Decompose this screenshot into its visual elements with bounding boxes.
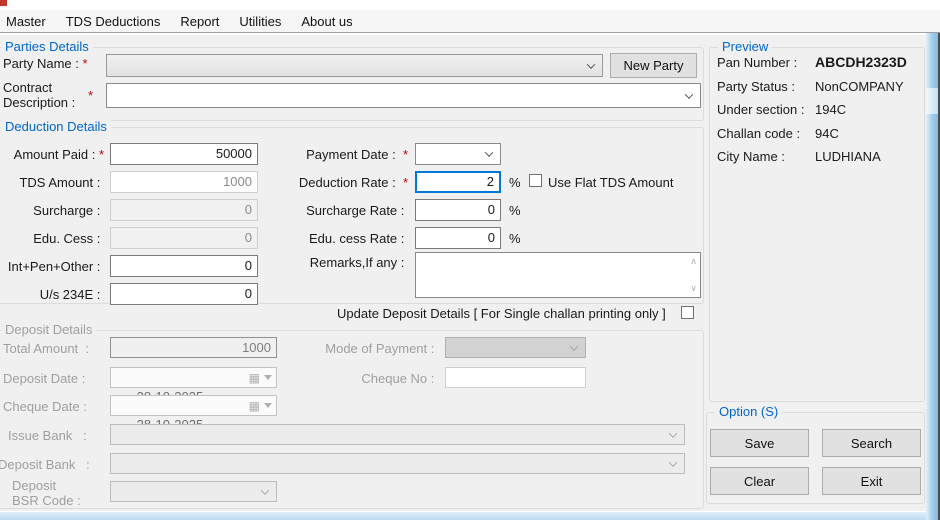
issue-bank-select: HDFC BANK LTD KANDIVLI MUMBAI [110,424,685,445]
search-button[interactable]: Search [822,429,921,457]
menu-about-us[interactable]: About us [291,10,362,33]
surcharge-rate-percent: % [509,203,521,218]
under-section-label: Under section : [717,102,808,117]
deposit-bank-select: HDFC BANK [110,453,685,474]
deposit-bsr-code-select: 0510002 [110,481,277,502]
options-title: Option (S) [715,404,782,419]
challan-code-value: 94C [815,126,839,141]
deduction-details-title: Deduction Details [1,119,111,134]
city-name-value: LUDHIANA [815,149,881,164]
deposit-bank-label: Deposit Bank : [0,457,90,472]
total-amount-label: Total Amount : [3,341,89,356]
party-name-select[interactable]: ABCD [106,54,603,77]
deduction-rate-percent: % [509,175,521,190]
edu-cess-rate-label: Edu. cess Rate : [270,231,408,246]
menu-bar: Master TDS Deductions Report Utilities A… [0,10,940,33]
preview-title: Preview [718,39,772,54]
calendar-icon: ▦ [249,397,260,416]
party-status-label: Party Status : [717,79,799,94]
menu-report[interactable]: Report [170,10,229,33]
chevron-down-icon [669,458,677,466]
amount-paid-input[interactable]: 50000 [110,143,258,165]
menu-utilities[interactable]: Utilities [229,10,291,33]
dropdown-arrow-icon [264,403,272,408]
us-234e-label: U/s 234E : [0,287,104,302]
chevron-down-icon [587,60,595,68]
exit-button[interactable]: Exit [822,467,921,495]
vertical-scrollbar[interactable] [926,33,938,520]
deposit-date-label: Deposit Date : [3,371,89,386]
tds-amount-input: 1000 [110,171,258,193]
mode-of-payment-select: Cheque/DD/Pay Ord [445,337,586,358]
chevron-down-icon [485,148,493,156]
deposit-details-group: Deposit Details [0,330,704,509]
surcharge-rate-label: Surcharge Rate : [270,203,408,218]
issue-bank-label: Issue Bank : [8,428,87,443]
menu-master[interactable]: Master [0,10,56,33]
chevron-down-icon [261,486,269,494]
contract-description-label: Contract Description : [3,80,89,110]
tds-amount-label: TDS Amount : [0,175,104,190]
party-status-value: NonCOMPANY [815,79,904,94]
edu-cess-input: 0 [110,227,258,249]
total-amount-input: 1000 [110,337,277,358]
scroll-up-icon[interactable]: ∧ [690,257,697,266]
edu-cess-rate-percent: % [509,231,521,246]
cheque-no-input [445,367,586,388]
deposit-date-picker: 28-10-2025 ▦ [110,367,277,388]
edu-cess-rate-input[interactable]: 0 [415,227,501,249]
save-button[interactable]: Save [710,429,809,457]
pan-number-label: Pan Number : [717,55,801,70]
pan-number-value: ABCDH2323D [815,54,907,70]
under-section-value: 194C [815,102,846,117]
deposit-details-title: Deposit Details [1,322,96,337]
int-pen-other-input[interactable]: 0 [110,255,258,277]
city-name-label: City Name : [717,149,789,164]
dropdown-arrow-icon [264,375,272,380]
calendar-icon: ▦ [249,369,260,388]
chevron-down-icon [570,342,578,350]
amount-paid-label: Amount Paid : * [0,147,104,162]
cheque-date-picker: 28-10-2025 ▦ [110,395,277,416]
chevron-down-icon [685,90,693,98]
menu-tds-deductions[interactable]: TDS Deductions [56,10,171,33]
edu-cess-label: Edu. Cess : [0,231,104,246]
preview-group: Preview [709,47,925,402]
parties-details-title: Parties Details [1,39,93,54]
surcharge-label: Surcharge : [0,203,104,218]
surcharge-rate-input[interactable]: 0 [415,199,501,221]
horizontal-scrollbar[interactable] [0,511,926,520]
cheque-no-label: Cheque No : [280,371,438,386]
clear-button[interactable]: Clear [710,467,809,495]
use-flat-tds-checkbox[interactable] [529,174,542,187]
us-234e-input[interactable]: 0 [110,283,258,305]
contract-description-select[interactable]: Payment of contractors and sub-contracto… [106,83,701,108]
party-name-label: Party Name : * [3,56,88,71]
update-deposit-label[interactable]: Update Deposit Details [ For Single chal… [337,306,666,321]
new-party-button[interactable]: New Party [610,53,697,78]
payment-date-label: Payment Date : * [270,147,408,162]
scroll-down-icon[interactable]: ∨ [690,284,697,293]
titlebar-fragment [0,0,940,10]
contract-required-marker: * [88,88,93,103]
vertical-scrollbar-thumb[interactable] [926,88,938,114]
app-window: Master TDS Deductions Report Utilities A… [0,0,940,520]
remarks-label: Remarks,If any : [270,255,408,270]
chevron-down-icon [669,429,677,437]
payment-date-select[interactable]: 05-03-2023 [415,143,501,165]
update-deposit-checkbox[interactable] [681,306,694,319]
use-flat-tds-label[interactable]: Use Flat TDS Amount [548,175,673,190]
mode-of-payment-label: Mode of Payment : [280,341,438,356]
remarks-textarea[interactable]: ∧ ∨ [415,252,701,298]
deposit-bsr-code-label: Deposit BSR Code : [12,478,81,508]
challan-code-label: Challan code : [717,126,804,141]
deduction-rate-label: Deduction Rate : * [270,175,408,190]
form-area: Parties Details Party Name : * ABCD New … [0,35,940,520]
deduction-rate-input[interactable]: 2 [415,171,501,193]
app-icon [0,0,7,6]
cheque-date-label: Cheque Date : [3,399,90,414]
int-pen-other-label: Int+Pen+Other : [0,259,104,274]
surcharge-input: 0 [110,199,258,221]
